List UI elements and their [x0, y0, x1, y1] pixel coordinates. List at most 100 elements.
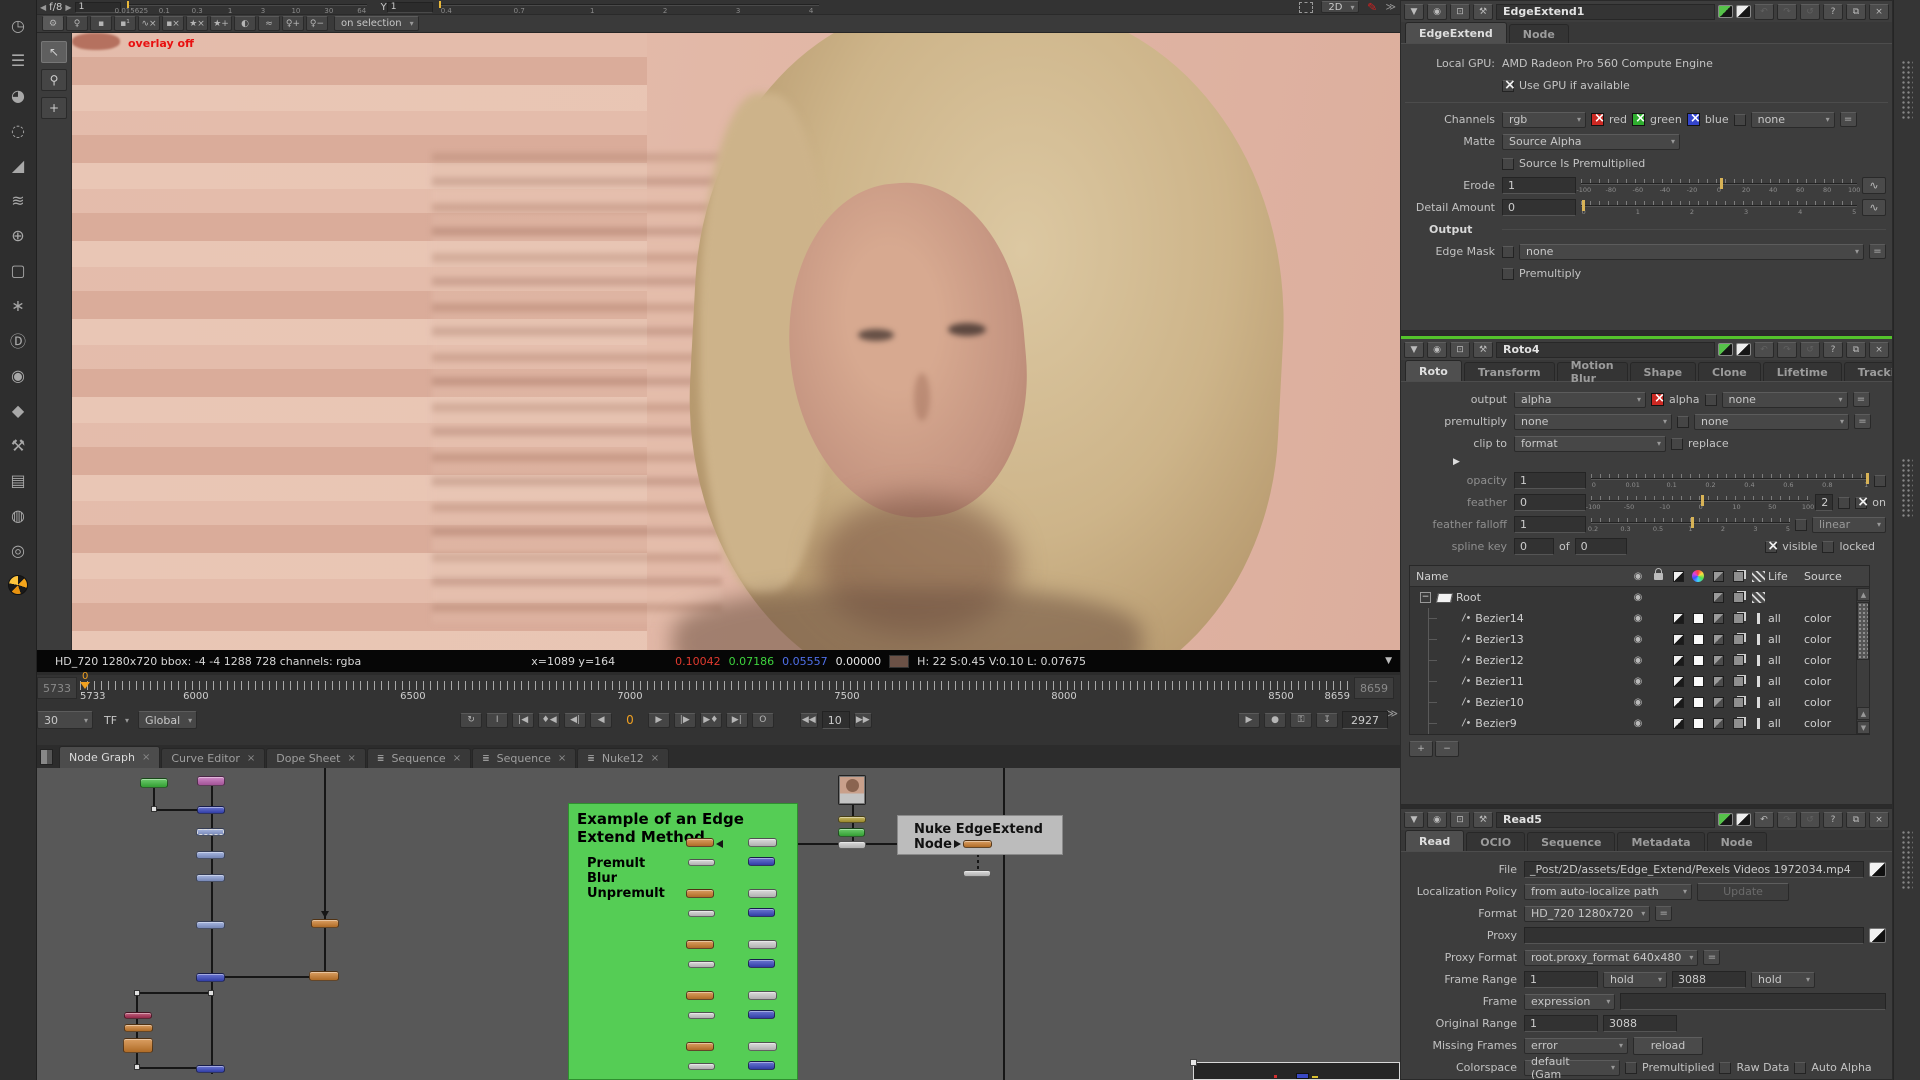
graph-node[interactable] [309, 971, 339, 981]
redo-icon[interactable]: ↷ [1777, 342, 1797, 358]
source-value[interactable]: color [1804, 696, 1856, 709]
transform-icon[interactable]: ⊕ [6, 224, 30, 246]
proxy-input[interactable] [1524, 927, 1864, 944]
graph-node[interactable] [686, 940, 714, 949]
skip-to-start-button[interactable]: |◀ [512, 713, 534, 728]
toolsets-icon[interactable]: ⚒ [6, 434, 30, 456]
read-node-thumbnail[interactable] [838, 775, 866, 805]
premultiplied-checkbox[interactable] [1625, 1062, 1637, 1074]
life-value[interactable]: all [1768, 696, 1804, 709]
checker-icon[interactable] [1673, 613, 1684, 624]
fstop-next-icon[interactable]: ▶ [62, 3, 74, 12]
roto-premultiply-select[interactable]: none [1514, 414, 1672, 430]
close-panel-icon[interactable]: × [1869, 812, 1889, 828]
roto-clipto-select[interactable]: format [1514, 436, 1666, 452]
tab-motion-blur[interactable]: Motion Blur [1557, 362, 1628, 381]
monitor-icon[interactable]: ⊡ [1450, 342, 1470, 358]
close-icon[interactable]: × [142, 752, 150, 763]
add-points[interactable]: + [41, 97, 67, 119]
life-value[interactable]: all [1768, 717, 1804, 730]
step-forward-button[interactable]: |▶ [674, 713, 696, 728]
range-scope-select[interactable]: Global [138, 711, 197, 729]
graph-node[interactable] [748, 1010, 775, 1019]
node-center-icon[interactable]: ◉ [1427, 4, 1447, 20]
detail-amount-slider[interactable]: 012345 [1581, 198, 1857, 217]
life-value[interactable]: all [1768, 654, 1804, 667]
slider-marker[interactable] [127, 1, 129, 8]
gamma-input[interactable]: 1 [387, 2, 433, 13]
halftone-icon[interactable] [1713, 634, 1724, 645]
checker-icon[interactable] [1673, 697, 1684, 708]
wrench-icon[interactable]: ⚒ [1473, 4, 1493, 20]
graph-node[interactable] [838, 841, 866, 849]
gain-slider[interactable]: 0.0156250.10.313103064 [127, 1, 367, 13]
half-circle-icon[interactable]: ◐ [234, 16, 256, 31]
views-icon[interactable]: ◉ [6, 364, 30, 386]
graph-node[interactable] [124, 1012, 152, 1019]
slider-marker[interactable] [439, 1, 441, 8]
graph-node[interactable] [963, 870, 991, 877]
wrench-icon[interactable]: ⚒ [1473, 342, 1493, 358]
layers-icon[interactable] [1733, 592, 1744, 603]
skip-to-end-button[interactable]: ▶| [726, 713, 748, 728]
selection-mode-select[interactable]: on selection [334, 16, 419, 31]
graph-node[interactable] [123, 1038, 153, 1053]
nuke-logo-icon[interactable] [6, 574, 30, 596]
graph-node[interactable] [686, 889, 714, 898]
feather-slider[interactable]: -100-50-1001050100 [1591, 493, 1810, 512]
close-icon[interactable]: × [651, 753, 659, 764]
channel-blue-checkbox[interactable] [1687, 113, 1700, 126]
tab-dope-sheet[interactable]: Dope Sheet× [266, 748, 366, 768]
checker-icon[interactable] [1673, 676, 1684, 687]
render-button[interactable]: ● [1264, 713, 1286, 728]
graph-node[interactable] [838, 816, 866, 823]
checker-icon[interactable] [1673, 655, 1684, 666]
original-end-input[interactable]: 3088 [1603, 1015, 1677, 1032]
localization-select[interactable]: from auto-localize path [1524, 884, 1692, 900]
edge-mask-select[interactable]: none [1519, 244, 1864, 260]
bezier-pen[interactable]: ⚲ [41, 69, 67, 91]
halftone-icon[interactable] [1713, 718, 1724, 729]
loop-mode-button[interactable]: ↻ [460, 713, 482, 728]
roto-shape-row[interactable]: ∕•Bezier11◉allcolor [1410, 671, 1869, 692]
fps-select[interactable]: 30 [37, 711, 93, 729]
furnace-icon[interactable]: ◍ [6, 504, 30, 526]
name-column-header[interactable]: Name [1410, 570, 1628, 583]
color-swatch[interactable] [1693, 655, 1704, 666]
channel-icon[interactable]: ☰ [6, 49, 30, 71]
range-in-out-button[interactable]: I [486, 713, 508, 728]
roto-expander-icon[interactable]: ▶ [1453, 457, 1460, 467]
frame-increment-prev[interactable]: ◀◀ [800, 713, 818, 728]
graph-node[interactable] [196, 921, 225, 929]
wave-icon[interactable]: ≈ [258, 16, 280, 31]
life-value[interactable]: all [1768, 633, 1804, 646]
collapse-icon[interactable]: ▼ [1404, 342, 1424, 358]
float-panel-icon[interactable]: ⧉ [1846, 4, 1866, 20]
tab-sequence[interactable]: ≣Sequence× [367, 748, 471, 768]
frame-range-end-input[interactable]: 3088 [1672, 971, 1746, 988]
graph-node[interactable] [686, 991, 714, 1000]
key-icon[interactable]: ♀ [66, 16, 88, 31]
alpha-indicator-icon[interactable] [1736, 5, 1751, 18]
graph-node[interactable] [311, 919, 339, 928]
layers-icon[interactable] [1733, 697, 1744, 708]
source-value[interactable]: color [1804, 633, 1856, 646]
3d-icon[interactable]: ▢ [6, 259, 30, 281]
graph-node[interactable] [196, 874, 225, 882]
graph-node[interactable] [748, 1061, 775, 1070]
graph-node[interactable] [688, 1012, 715, 1019]
gamma-slider[interactable]: 0.40.71234 [439, 1, 819, 13]
premultiply-checkbox[interactable] [1502, 268, 1514, 280]
roto-shape-row[interactable]: ∕•Bezier13◉allcolor [1410, 629, 1869, 650]
pixel-one-icon[interactable]: ▪¹ [114, 16, 136, 31]
scroll-up-icon[interactable]: ▲ [1857, 588, 1870, 601]
monitor-icon[interactable]: ⊡ [1450, 812, 1470, 828]
scroll-up2-icon[interactable]: ▲ [1857, 707, 1870, 720]
node-graph-canvas[interactable]: Example of an Edge Extend Method Premult… [37, 768, 1400, 1080]
feather-on-checkbox[interactable] [1855, 497, 1867, 509]
particles-icon[interactable]: ∗ [6, 294, 30, 316]
tab-edgeextend[interactable]: EdgeExtend [1405, 22, 1507, 43]
frame-mode-select[interactable]: expression [1524, 994, 1615, 1010]
graph-node[interactable] [688, 961, 715, 968]
revert-icon[interactable]: ↺ [1800, 812, 1820, 828]
